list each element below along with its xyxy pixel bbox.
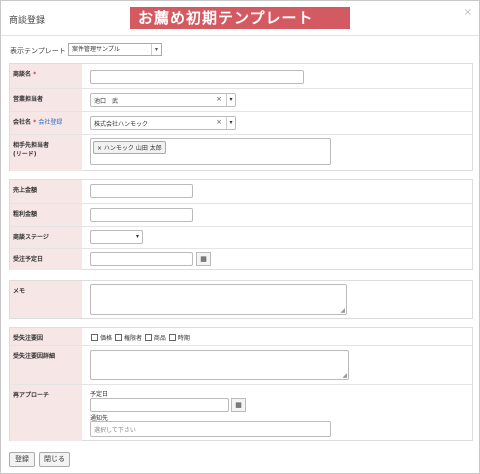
option-price[interactable]: 価格	[100, 335, 112, 342]
company-register-link[interactable]: 会社登録	[38, 119, 62, 126]
company-label-text: 会社名	[13, 119, 32, 126]
basic-info-panel: 商談名 * 営業担当者 池口 武 × ▾ 会社名 * 会社登録 株式会社ハンモッ…	[9, 63, 473, 171]
memo-panel: メモ ◢	[9, 280, 473, 319]
option-authority[interactable]: 権限者	[124, 335, 142, 342]
option-timing[interactable]: 時期	[178, 335, 190, 342]
chevron-down-icon[interactable]: ▾	[226, 117, 235, 129]
chevron-down-icon: ▾	[151, 44, 161, 55]
re-approach-row: 再アプローチ 予定日 ▦ 通知先 選択して下さい	[10, 384, 472, 441]
checkbox[interactable]	[144, 334, 152, 341]
lost-reason-row: 受失注要因 価格 権限者 商品 時期	[10, 328, 472, 345]
sales-amount-input[interactable]	[90, 184, 193, 198]
stage-label: 商談ステージ	[10, 227, 82, 248]
schedule-date-label: 予定日	[90, 391, 109, 398]
notify-select[interactable]: 選択して下さい	[90, 421, 331, 437]
deal-name-label: 商談名 *	[10, 64, 82, 88]
schedule-date-input[interactable]	[90, 398, 229, 412]
counterpart-label: 相手先担当者 (リード)	[10, 135, 82, 171]
company-row: 会社名 * 会社登録 株式会社ハンモック × ▾	[10, 111, 472, 134]
stage-select[interactable]: ▾	[90, 230, 143, 244]
order-date-label: 受注予定日	[10, 249, 82, 270]
lost-detail-label: 受失注要因詳細	[10, 346, 82, 384]
memo-textarea[interactable]: ◢	[90, 284, 347, 315]
deal-name-label-text: 商談名	[13, 71, 32, 78]
template-banner: お薦め初期テンプレート	[130, 7, 350, 29]
calendar-icon[interactable]: ▦	[196, 252, 211, 266]
lost-detail-textarea[interactable]: ◢	[90, 350, 349, 380]
required-mark: *	[33, 119, 37, 126]
resize-handle-icon[interactable]: ◢	[342, 372, 347, 379]
lost-reason-label: 受失注要因	[10, 328, 82, 345]
deal-dialog: 商談登録 お薦め初期テンプレート × 表示テンプレート 案件管理サンプル ▾ 商…	[0, 0, 480, 474]
counterpart-row: 相手先担当者 (リード) × ハンモック 山田 太郎	[10, 134, 472, 171]
result-panel: 受失注要因 価格 権限者 商品 時期 受失注要因詳細 ◢ 再アプローチ 予定日 …	[9, 327, 473, 441]
close-button[interactable]: 閉じる	[39, 452, 70, 467]
counterpart-multiselect[interactable]: × ハンモック 山田 太郎	[90, 138, 331, 165]
gross-profit-input[interactable]	[90, 208, 193, 222]
clear-icon[interactable]: ×	[216, 95, 222, 103]
dialog-title: 商談登録	[9, 16, 46, 26]
gross-profit-label: 粗利金額	[10, 204, 82, 226]
template-select-value: 案件管理サンプル	[72, 46, 120, 53]
sales-rep-value: 池口 武	[94, 98, 119, 105]
chevron-down-icon[interactable]: ▾	[226, 94, 235, 106]
stage-row: 商談ステージ ▾	[10, 226, 472, 248]
header-divider	[1, 35, 479, 36]
clear-icon[interactable]: ×	[216, 118, 222, 126]
required-mark: *	[33, 71, 37, 78]
company-combo[interactable]: 株式会社ハンモック × ▾	[90, 116, 236, 130]
company-label: 会社名 * 会社登録	[10, 112, 82, 134]
counterpart-label-line1: 相手先担当者	[13, 142, 50, 149]
sales-amount-row: 売上金額	[10, 180, 472, 203]
sales-rep-label: 営業担当者	[10, 89, 82, 111]
memo-row: メモ ◢	[10, 281, 472, 318]
counterpart-label-line2: (リード)	[13, 151, 37, 158]
template-select[interactable]: 案件管理サンプル ▾	[68, 43, 162, 56]
resize-handle-icon[interactable]: ◢	[340, 307, 345, 314]
sales-panel: 売上金額 粗利金額 商談ステージ ▾ 受注予定日 ▦	[9, 179, 473, 270]
order-date-input[interactable]	[90, 252, 193, 266]
checkbox[interactable]	[114, 334, 122, 341]
checkbox[interactable]	[91, 334, 98, 341]
sales-rep-combo[interactable]: 池口 武 × ▾	[90, 93, 236, 107]
lost-reason-options: 価格 権限者 商品 時期	[90, 333, 190, 342]
register-button[interactable]: 登録	[9, 452, 35, 467]
checkbox[interactable]	[168, 334, 176, 341]
sales-amount-label: 売上金額	[10, 180, 82, 203]
deal-name-input[interactable]	[90, 70, 304, 84]
option-product[interactable]: 商品	[154, 335, 166, 342]
lost-detail-row: 受失注要因詳細 ◢	[10, 345, 472, 384]
re-approach-label: 再アプローチ	[10, 385, 82, 441]
close-icon[interactable]: ×	[464, 7, 472, 18]
company-value: 株式会社ハンモック	[94, 121, 149, 128]
template-label: 表示テンプレート	[10, 47, 66, 55]
counterpart-tag[interactable]: × ハンモック 山田 太郎	[93, 141, 166, 154]
deal-name-row: 商談名 *	[10, 64, 472, 88]
gross-profit-row: 粗利金額	[10, 203, 472, 226]
order-date-row: 受注予定日 ▦	[10, 248, 472, 270]
notify-placeholder: 選択して下さい	[94, 427, 136, 434]
chevron-down-icon: ▾	[135, 233, 139, 240]
calendar-icon[interactable]: ▦	[231, 398, 246, 412]
sales-rep-row: 営業担当者 池口 武 × ▾	[10, 88, 472, 111]
memo-label: メモ	[10, 281, 82, 318]
